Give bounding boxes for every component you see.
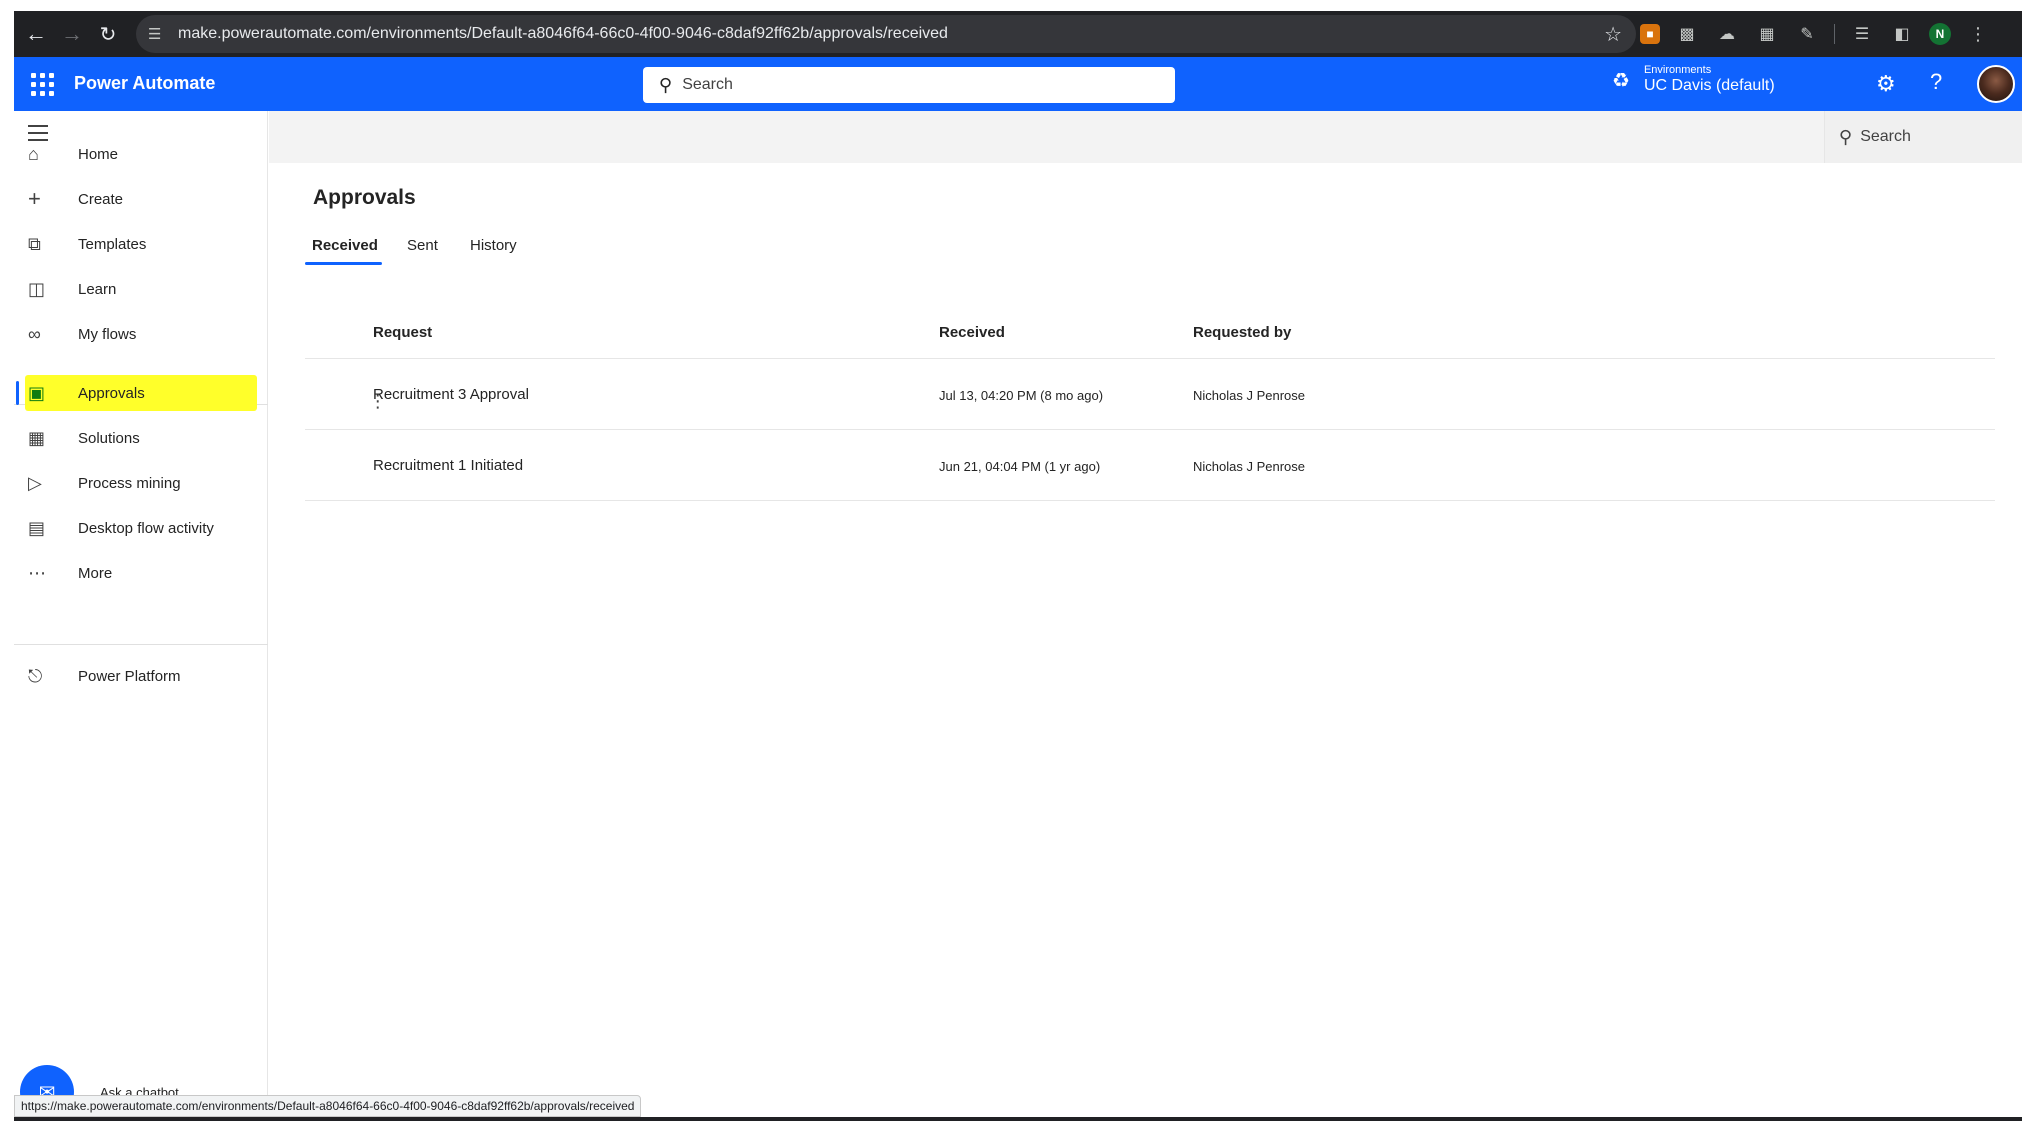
desktop-flow-icon: ▤ (28, 517, 46, 538)
browser-menu-icon[interactable]: ⋮ (1965, 21, 1991, 47)
power-platform-icon: ⎋ (28, 665, 43, 686)
sidebar-item-label: Power Platform (78, 667, 181, 685)
environment-name: UC Davis (default) (1643, 77, 1775, 94)
row-request[interactable]: Recruitment 1 Initiated (373, 457, 523, 474)
sidebar-item-more[interactable]: ⋯ More (14, 553, 268, 593)
row-received: Jul 13, 04:20 PM (8 mo ago) (939, 388, 1104, 403)
column-header-received[interactable]: Received (939, 324, 1005, 341)
side-panel-icon[interactable]: ◧ (1889, 21, 1915, 47)
sidebar-item-label: Create (78, 190, 124, 208)
sidebar-item-home[interactable]: ⌂ Home (14, 134, 268, 174)
browser-toolbar: ← → ↻ ☰ make.powerautomate.com/environme… (14, 11, 2022, 57)
column-header-requested-by[interactable]: Requested by (1193, 324, 1291, 341)
settings-gear-icon[interactable]: ⚙ (1876, 71, 1896, 97)
home-icon: ⌂ (28, 143, 39, 164)
sidebar-item-solutions[interactable]: ▦ Solutions (14, 418, 268, 458)
extension-cloud-icon[interactable]: ☁ (1714, 21, 1740, 47)
sidebar-item-label: More (78, 564, 113, 582)
toolbar-separator (1834, 24, 1835, 44)
sidebar-item-my-flows[interactable]: ∞ My flows (14, 314, 268, 354)
address-url[interactable]: make.powerautomate.com/environments/Defa… (178, 25, 948, 43)
row-received: Jun 21, 04:04 PM (1 yr ago) (939, 459, 1101, 474)
active-tab-underline (305, 262, 382, 265)
sidebar-item-label: Approvals (78, 384, 145, 402)
reading-list-icon[interactable]: ☰ (1849, 21, 1875, 47)
row-divider (305, 500, 1995, 501)
row-requested-by: Nicholas J Penrose (1193, 388, 1305, 403)
sidebar-item-label: Solutions (78, 429, 140, 447)
plus-icon: + (28, 186, 41, 211)
flow-icon: ∞ (28, 323, 41, 344)
row-divider (305, 429, 1995, 430)
back-arrow-icon[interactable]: ← (18, 16, 54, 52)
row-request[interactable]: Recruitment 3 Approval (373, 386, 529, 403)
screen: ← → ↻ ☰ make.powerautomate.com/environme… (14, 11, 2022, 1121)
link-preview-status: https://make.powerautomate.com/environme… (14, 1095, 642, 1117)
solutions-icon: ▦ (28, 427, 46, 448)
extension-orange-icon[interactable]: ■ (1640, 24, 1660, 44)
address-bar[interactable]: ☰ make.powerautomate.com/environments/De… (136, 15, 1636, 53)
app-name[interactable]: Power Automate (74, 73, 215, 94)
more-icon: ⋯ (28, 562, 46, 583)
sidebar-item-label: Learn (78, 280, 117, 298)
search-icon: ⚲ (659, 74, 673, 95)
site-settings-icon[interactable]: ☰ (148, 25, 178, 43)
app-header: Power Automate ⚲ Search ♻ Environments U… (14, 57, 2022, 111)
command-bar: ⚲ Search (269, 111, 2022, 163)
reload-icon[interactable]: ↻ (90, 16, 126, 52)
environment-icon: ♻ (1612, 69, 1630, 92)
page-title: Approvals (313, 186, 416, 209)
book-icon: ◫ (28, 278, 46, 299)
sidebar-item-learn[interactable]: ◫ Learn (14, 269, 268, 309)
sidebar-item-approvals[interactable]: ▣ Approvals ⋮ (14, 373, 387, 413)
environment-picker[interactable]: ♻ Environments UC Davis (default) (1612, 64, 1775, 96)
approvals-icon: ▣ (28, 382, 46, 403)
sidebar-item-label: Process mining (78, 474, 181, 492)
extensions-puzzle-icon[interactable]: ✎ (1794, 21, 1820, 47)
column-header-request[interactable]: Request (373, 324, 432, 341)
profile-avatar[interactable]: N (1929, 23, 1951, 45)
process-mining-icon: ▷ (28, 472, 42, 493)
app-launcher-waffle-icon[interactable] (28, 70, 56, 98)
tab-sent[interactable]: Sent (407, 237, 438, 254)
search-icon: ⚲ (1839, 126, 1853, 147)
sidebar-item-create[interactable]: + Create (14, 179, 268, 219)
extension-grid-icon[interactable]: ▦ (1754, 21, 1780, 47)
row-requested-by: Nicholas J Penrose (1193, 459, 1305, 474)
templates-icon: ⧉ (28, 233, 41, 254)
left-navigation: ⌂ Home + Create ⧉ Templates ◫ Learn ∞ My… (14, 111, 387, 1121)
sidebar-divider (14, 644, 268, 645)
forward-arrow-icon[interactable]: → (54, 16, 90, 52)
bottom-strip (14, 1117, 2022, 1121)
sidebar-item-process-mining[interactable]: ▷ Process mining (14, 463, 268, 503)
sidebar-item-power-platform[interactable]: ⎋ Power Platform (14, 656, 268, 696)
help-icon[interactable]: ? (1930, 69, 1942, 95)
sidebar-item-label: My flows (78, 325, 137, 343)
page-search-label: Search (1860, 128, 1911, 145)
sidebar-item-desktop-flow-activity[interactable]: ▤ Desktop flow activity (14, 508, 268, 548)
sidebar-item-templates[interactable]: ⧉ Templates (14, 224, 268, 264)
tab-received[interactable]: Received (312, 237, 378, 254)
header-divider (305, 358, 1995, 359)
environment-label: Environments (1643, 64, 1712, 76)
user-avatar[interactable] (1977, 65, 2015, 103)
global-search-input[interactable]: ⚲ Search (643, 67, 1175, 103)
bookmark-star-icon[interactable]: ☆ (1604, 22, 1622, 47)
extensions-area: ■ ▩ ☁ ▦ ✎ ☰ ◧ N ⋮ (1640, 11, 1991, 57)
extension-screen-icon[interactable]: ▩ (1674, 21, 1700, 47)
sidebar-item-label: Desktop flow activity (78, 519, 214, 537)
page-search-box[interactable]: ⚲ Search (1824, 111, 2022, 163)
tab-history[interactable]: History (470, 237, 517, 254)
global-search-placeholder: Search (682, 76, 733, 93)
sidebar-item-label: Templates (78, 235, 147, 253)
sidebar-item-label: Home (78, 145, 119, 163)
